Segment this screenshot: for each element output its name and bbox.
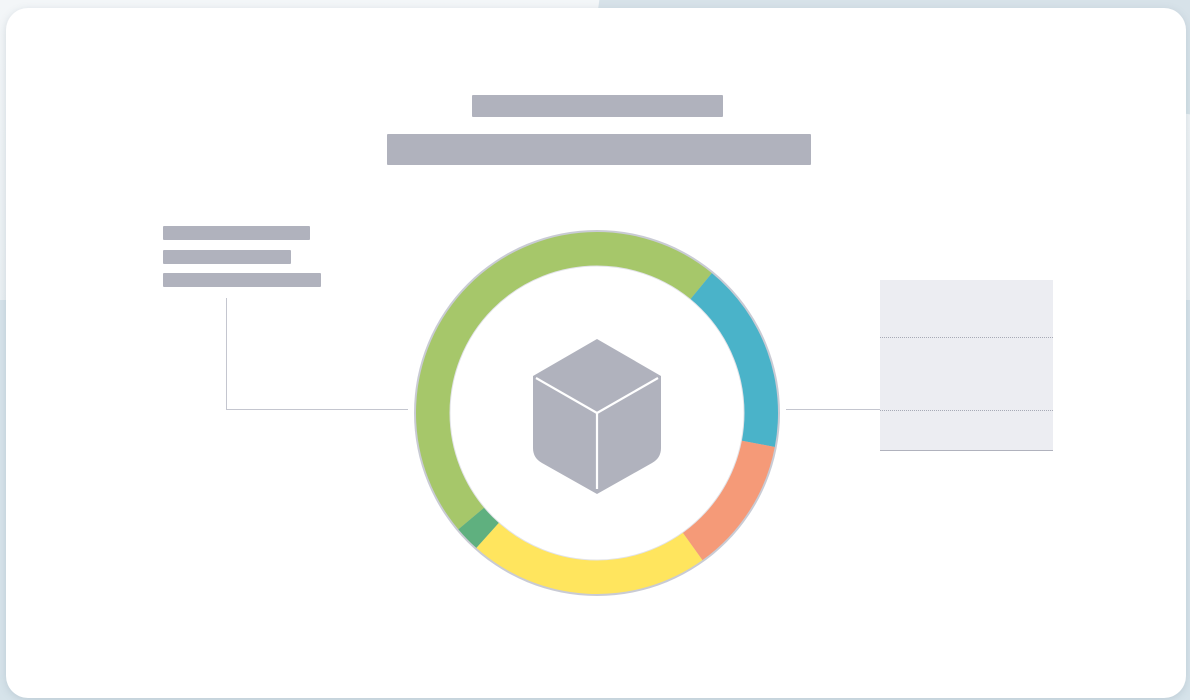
donut-diagram	[414, 230, 780, 596]
infographic-card	[6, 8, 1186, 698]
